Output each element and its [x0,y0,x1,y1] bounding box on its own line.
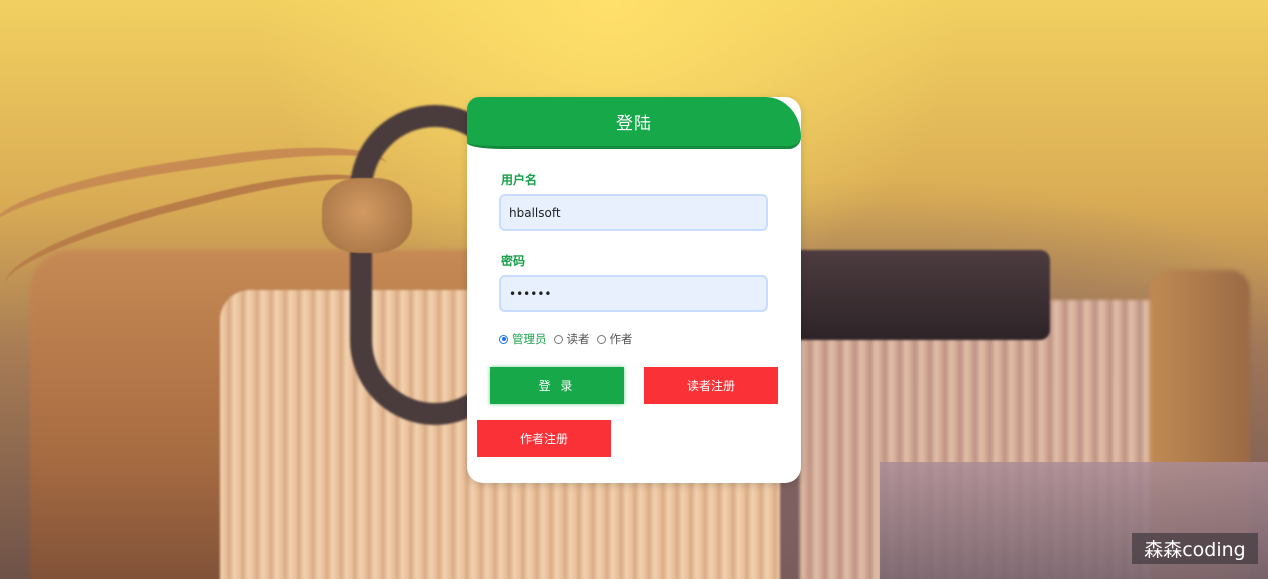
login-card: 登陆 用户名 密码 管理员 读者 作者 登 录 读者注册 作者注册 [467,97,801,483]
role-reader-label[interactable]: 读者 [567,331,590,347]
username-input[interactable] [499,194,768,231]
password-input[interactable] [499,275,768,312]
radio-unchecked-icon[interactable] [553,334,563,344]
watermark-label: 森森coding [1132,533,1258,564]
role-author-label[interactable]: 作者 [610,331,633,347]
role-option-reader[interactable]: 读者 [553,331,590,347]
login-button[interactable]: 登 录 [490,367,624,404]
username-label: 用户名 [501,173,538,187]
author-register-button[interactable]: 作者注册 [477,420,611,457]
role-option-admin[interactable]: 管理员 [499,331,547,347]
role-admin-label[interactable]: 管理员 [512,331,547,347]
password-label: 密码 [501,254,526,268]
role-radio-group: 管理员 读者 作者 [499,331,640,347]
string-knot [322,178,412,253]
radio-unchecked-icon[interactable] [596,334,606,344]
reader-register-button[interactable]: 读者注册 [644,367,778,404]
login-card-header: 登陆 [467,97,801,149]
key-shaft [790,250,1050,340]
radio-checked-icon[interactable] [499,334,508,344]
login-title: 登陆 [616,114,652,134]
role-option-author[interactable]: 作者 [596,331,633,347]
